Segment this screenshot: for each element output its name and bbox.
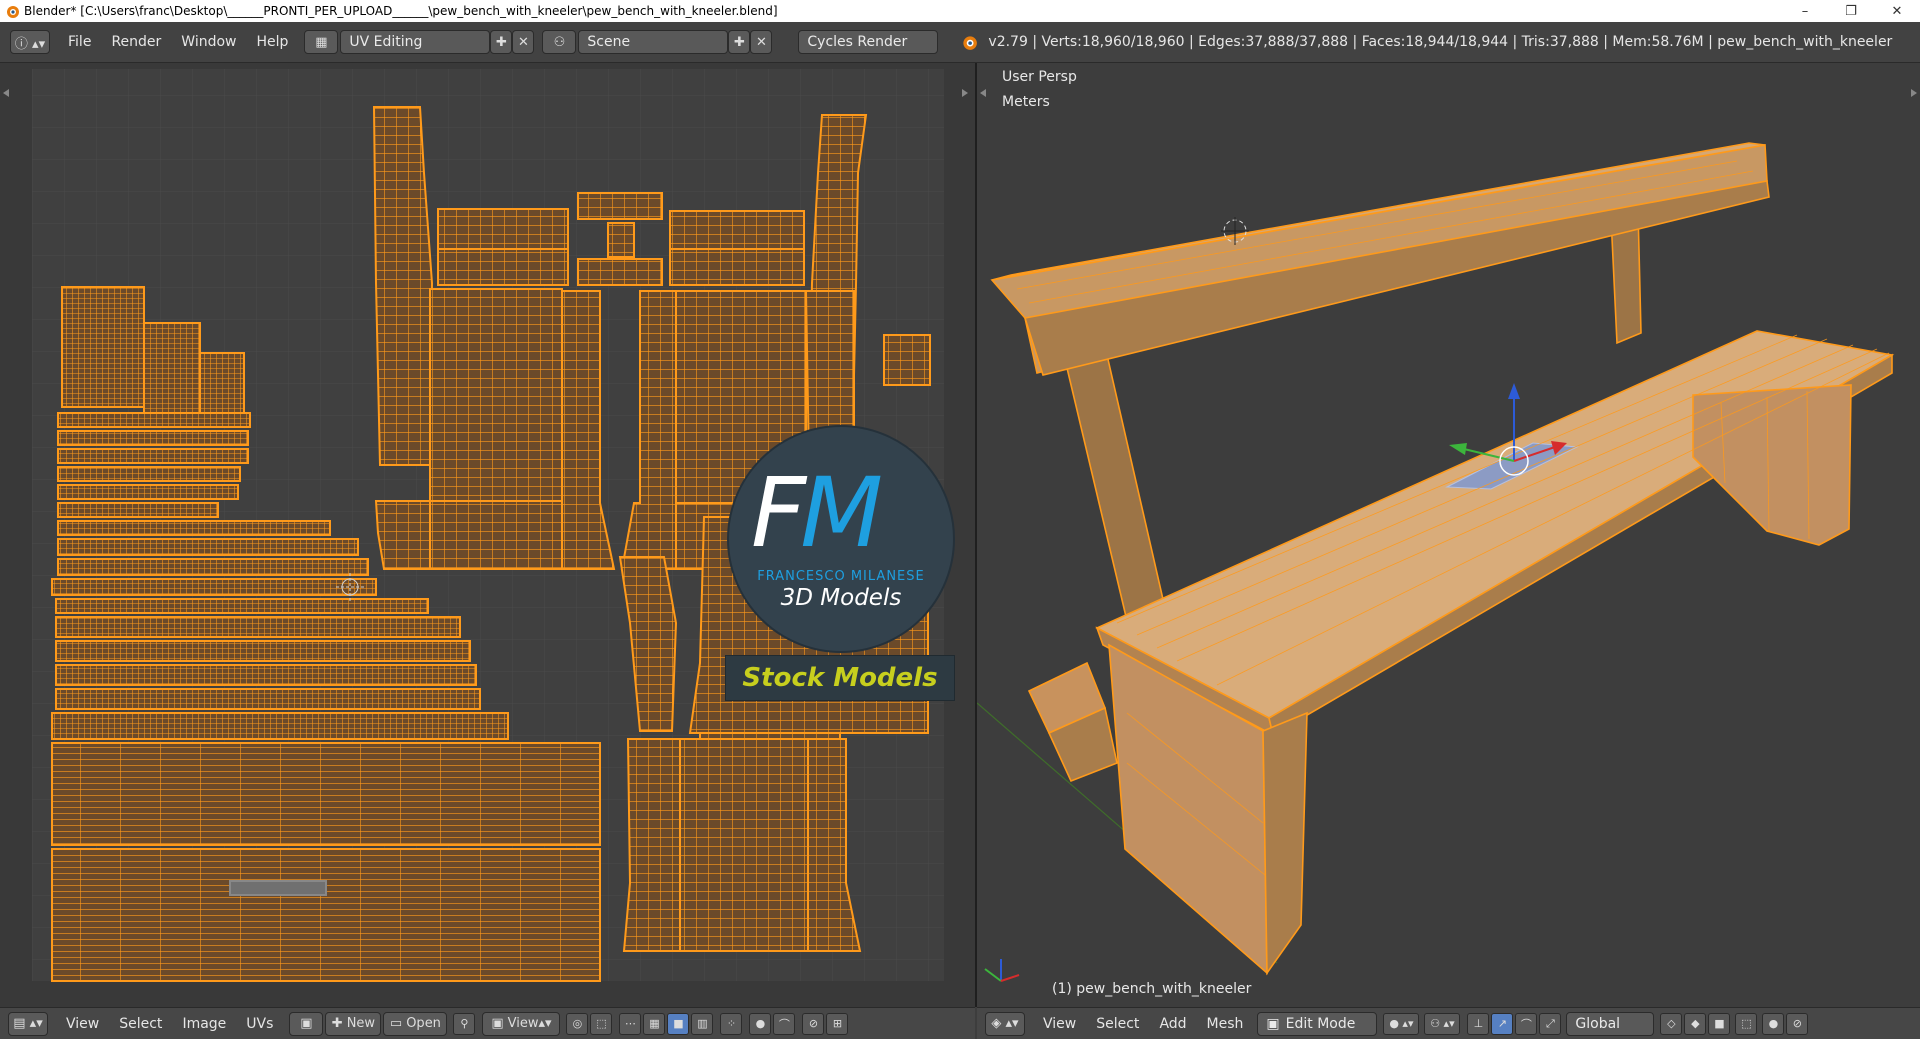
open-image-label: Open xyxy=(406,1016,441,1031)
menu-window[interactable]: Window xyxy=(171,34,246,50)
window-titlebar: Blender* [C:\Users\franc\Desktop\______P… xyxy=(0,0,1920,22)
viewport-header: ◈ ▴▾ View Select Add Mesh ▣ Edit Mode ● … xyxy=(977,1007,1920,1039)
menu-file[interactable]: File xyxy=(58,34,101,50)
pivot-icon[interactable]: ◎ xyxy=(566,1012,589,1035)
scene-field[interactable]: Scene xyxy=(578,30,729,54)
view-mode-label: View xyxy=(507,1016,539,1031)
vp-menu-add[interactable]: Add xyxy=(1149,1016,1196,1032)
watermark-banner: Stock Models xyxy=(725,655,955,701)
mode-label: Edit Mode xyxy=(1285,1015,1356,1032)
window-title: Blender* [C:\Users\franc\Desktop\______P… xyxy=(24,4,778,18)
pivot-point-icon[interactable]: ⚇ ▴▾ xyxy=(1424,1012,1461,1035)
scene-statistics: v2.79 | Verts:18,960/18,960 | Edges:37,8… xyxy=(988,34,1893,50)
falloff-icon[interactable]: ⌒ xyxy=(773,1012,796,1035)
menu-help[interactable]: Help xyxy=(246,34,298,50)
mode-select[interactable]: ▣ Edit Mode xyxy=(1257,1011,1378,1036)
shading-select-icon[interactable]: ● ▴▾ xyxy=(1383,1012,1420,1035)
snap-icon[interactable]: ⊘ xyxy=(802,1012,825,1035)
active-object-label: (1) pew_bench_with_kneeler xyxy=(1052,981,1252,997)
vertex-mode-icon[interactable]: ◇ xyxy=(1660,1012,1683,1035)
scale-manipulator-icon[interactable]: ⤢ xyxy=(1539,1012,1562,1035)
snap-toggle-icon[interactable]: ⊘ xyxy=(1786,1012,1809,1035)
sync-selection-icon[interactable]: ⬚ xyxy=(590,1012,613,1035)
uv-menu-image[interactable]: Image xyxy=(172,1016,236,1032)
sticky-select-icon[interactable]: ⁘ xyxy=(720,1012,743,1035)
remove-scene-icon[interactable]: ✕ xyxy=(750,30,773,54)
editor-type-info-icon[interactable]: ⓘ ▴▾ xyxy=(10,30,50,54)
minimize-button[interactable]: – xyxy=(1782,0,1828,22)
new-image-button[interactable]: ✚ New xyxy=(325,1011,382,1036)
island-select-icon[interactable]: ▥ xyxy=(691,1012,714,1035)
watermark-badge: FM FRANCESCO MILANESE 3D Models xyxy=(727,425,955,653)
rotate-manipulator-icon[interactable]: ⌒ xyxy=(1515,1012,1538,1035)
remove-screen-icon[interactable]: ✕ xyxy=(512,30,535,54)
vp-menu-mesh[interactable]: Mesh xyxy=(1197,1016,1254,1032)
unit-label: Meters xyxy=(1002,94,1050,110)
edge-select-icon[interactable]: ▦ xyxy=(643,1012,666,1035)
close-button[interactable]: ✕ xyxy=(1874,0,1920,22)
snap-element-icon[interactable]: ⊞ xyxy=(826,1012,849,1035)
vp-menu-view[interactable]: View xyxy=(1033,1016,1086,1032)
vertex-select-icon[interactable]: ⋯ xyxy=(619,1012,642,1035)
watermark-initial-m: M xyxy=(800,457,883,569)
uv-editor-type-icon[interactable]: ▤ ▴▾ xyxy=(8,1011,48,1036)
add-scene-icon[interactable]: ✚ xyxy=(728,30,751,54)
view-name: User Persp xyxy=(1002,69,1077,85)
3d-viewport[interactable]: User Persp Meters (1) pew_bench_with_kne… xyxy=(976,63,1920,1007)
pin-icon[interactable]: ⚲ xyxy=(453,1012,476,1035)
watermark-author: FRANCESCO MILANESE xyxy=(757,569,925,584)
maximize-button[interactable]: ❐ xyxy=(1828,0,1874,22)
blender-logo-icon xyxy=(7,6,19,18)
uv-editor[interactable]: FM FRANCESCO MILANESE 3D Models Stock Mo… xyxy=(0,63,975,1007)
proportional-icon[interactable]: ● xyxy=(1762,1012,1785,1035)
menu-render[interactable]: Render xyxy=(101,34,171,50)
viewport-canvas[interactable] xyxy=(976,63,1920,1007)
vp-menu-select[interactable]: Select xyxy=(1086,1016,1149,1032)
watermark-initial-f: F xyxy=(751,457,806,569)
view-mode-select[interactable]: ▣ View ▴▾ xyxy=(482,1011,561,1036)
info-header: ⓘ ▴▾ File Render Window Help ▦ UV Editin… xyxy=(0,22,1920,63)
face-mode-icon[interactable]: ■ xyxy=(1708,1012,1731,1035)
add-screen-icon[interactable]: ✚ xyxy=(490,30,513,54)
image-browse-icon[interactable]: ▣ xyxy=(289,1011,324,1036)
blender-logo-icon xyxy=(963,36,978,50)
proportional-edit-icon[interactable]: ● xyxy=(749,1012,772,1035)
new-image-label: New xyxy=(346,1016,376,1031)
render-engine-select[interactable]: Cycles Render xyxy=(798,30,939,54)
orientation-select[interactable]: Global xyxy=(1566,1011,1655,1036)
edge-mode-icon[interactable]: ◆ xyxy=(1684,1012,1707,1035)
viewport-editor-type-icon[interactable]: ◈ ▴▾ xyxy=(985,1011,1025,1036)
uv-menu-view[interactable]: View xyxy=(56,1016,109,1032)
scene-icon[interactable]: ⚇ xyxy=(542,30,577,54)
face-select-icon[interactable]: ■ xyxy=(667,1012,690,1035)
uv-editor-header: ▤ ▴▾ View Select Image UVs ▣ ✚ New ▭ Ope… xyxy=(0,1007,975,1039)
screen-layout-icon[interactable]: ▦ xyxy=(304,30,339,54)
manipulator-toggle-icon[interactable]: ⊥ xyxy=(1467,1012,1490,1035)
uv-menu-select[interactable]: Select xyxy=(109,1016,172,1032)
watermark-subtitle: 3D Models xyxy=(780,585,902,611)
translate-manipulator-icon[interactable]: ↗ xyxy=(1491,1012,1514,1035)
open-image-button[interactable]: ▭ Open xyxy=(383,1011,448,1036)
occlude-geometry-icon[interactable]: ⬚ xyxy=(1735,1012,1758,1035)
screen-layout-field[interactable]: UV Editing xyxy=(340,30,491,54)
uv-menu-uvs[interactable]: UVs xyxy=(236,1016,283,1032)
